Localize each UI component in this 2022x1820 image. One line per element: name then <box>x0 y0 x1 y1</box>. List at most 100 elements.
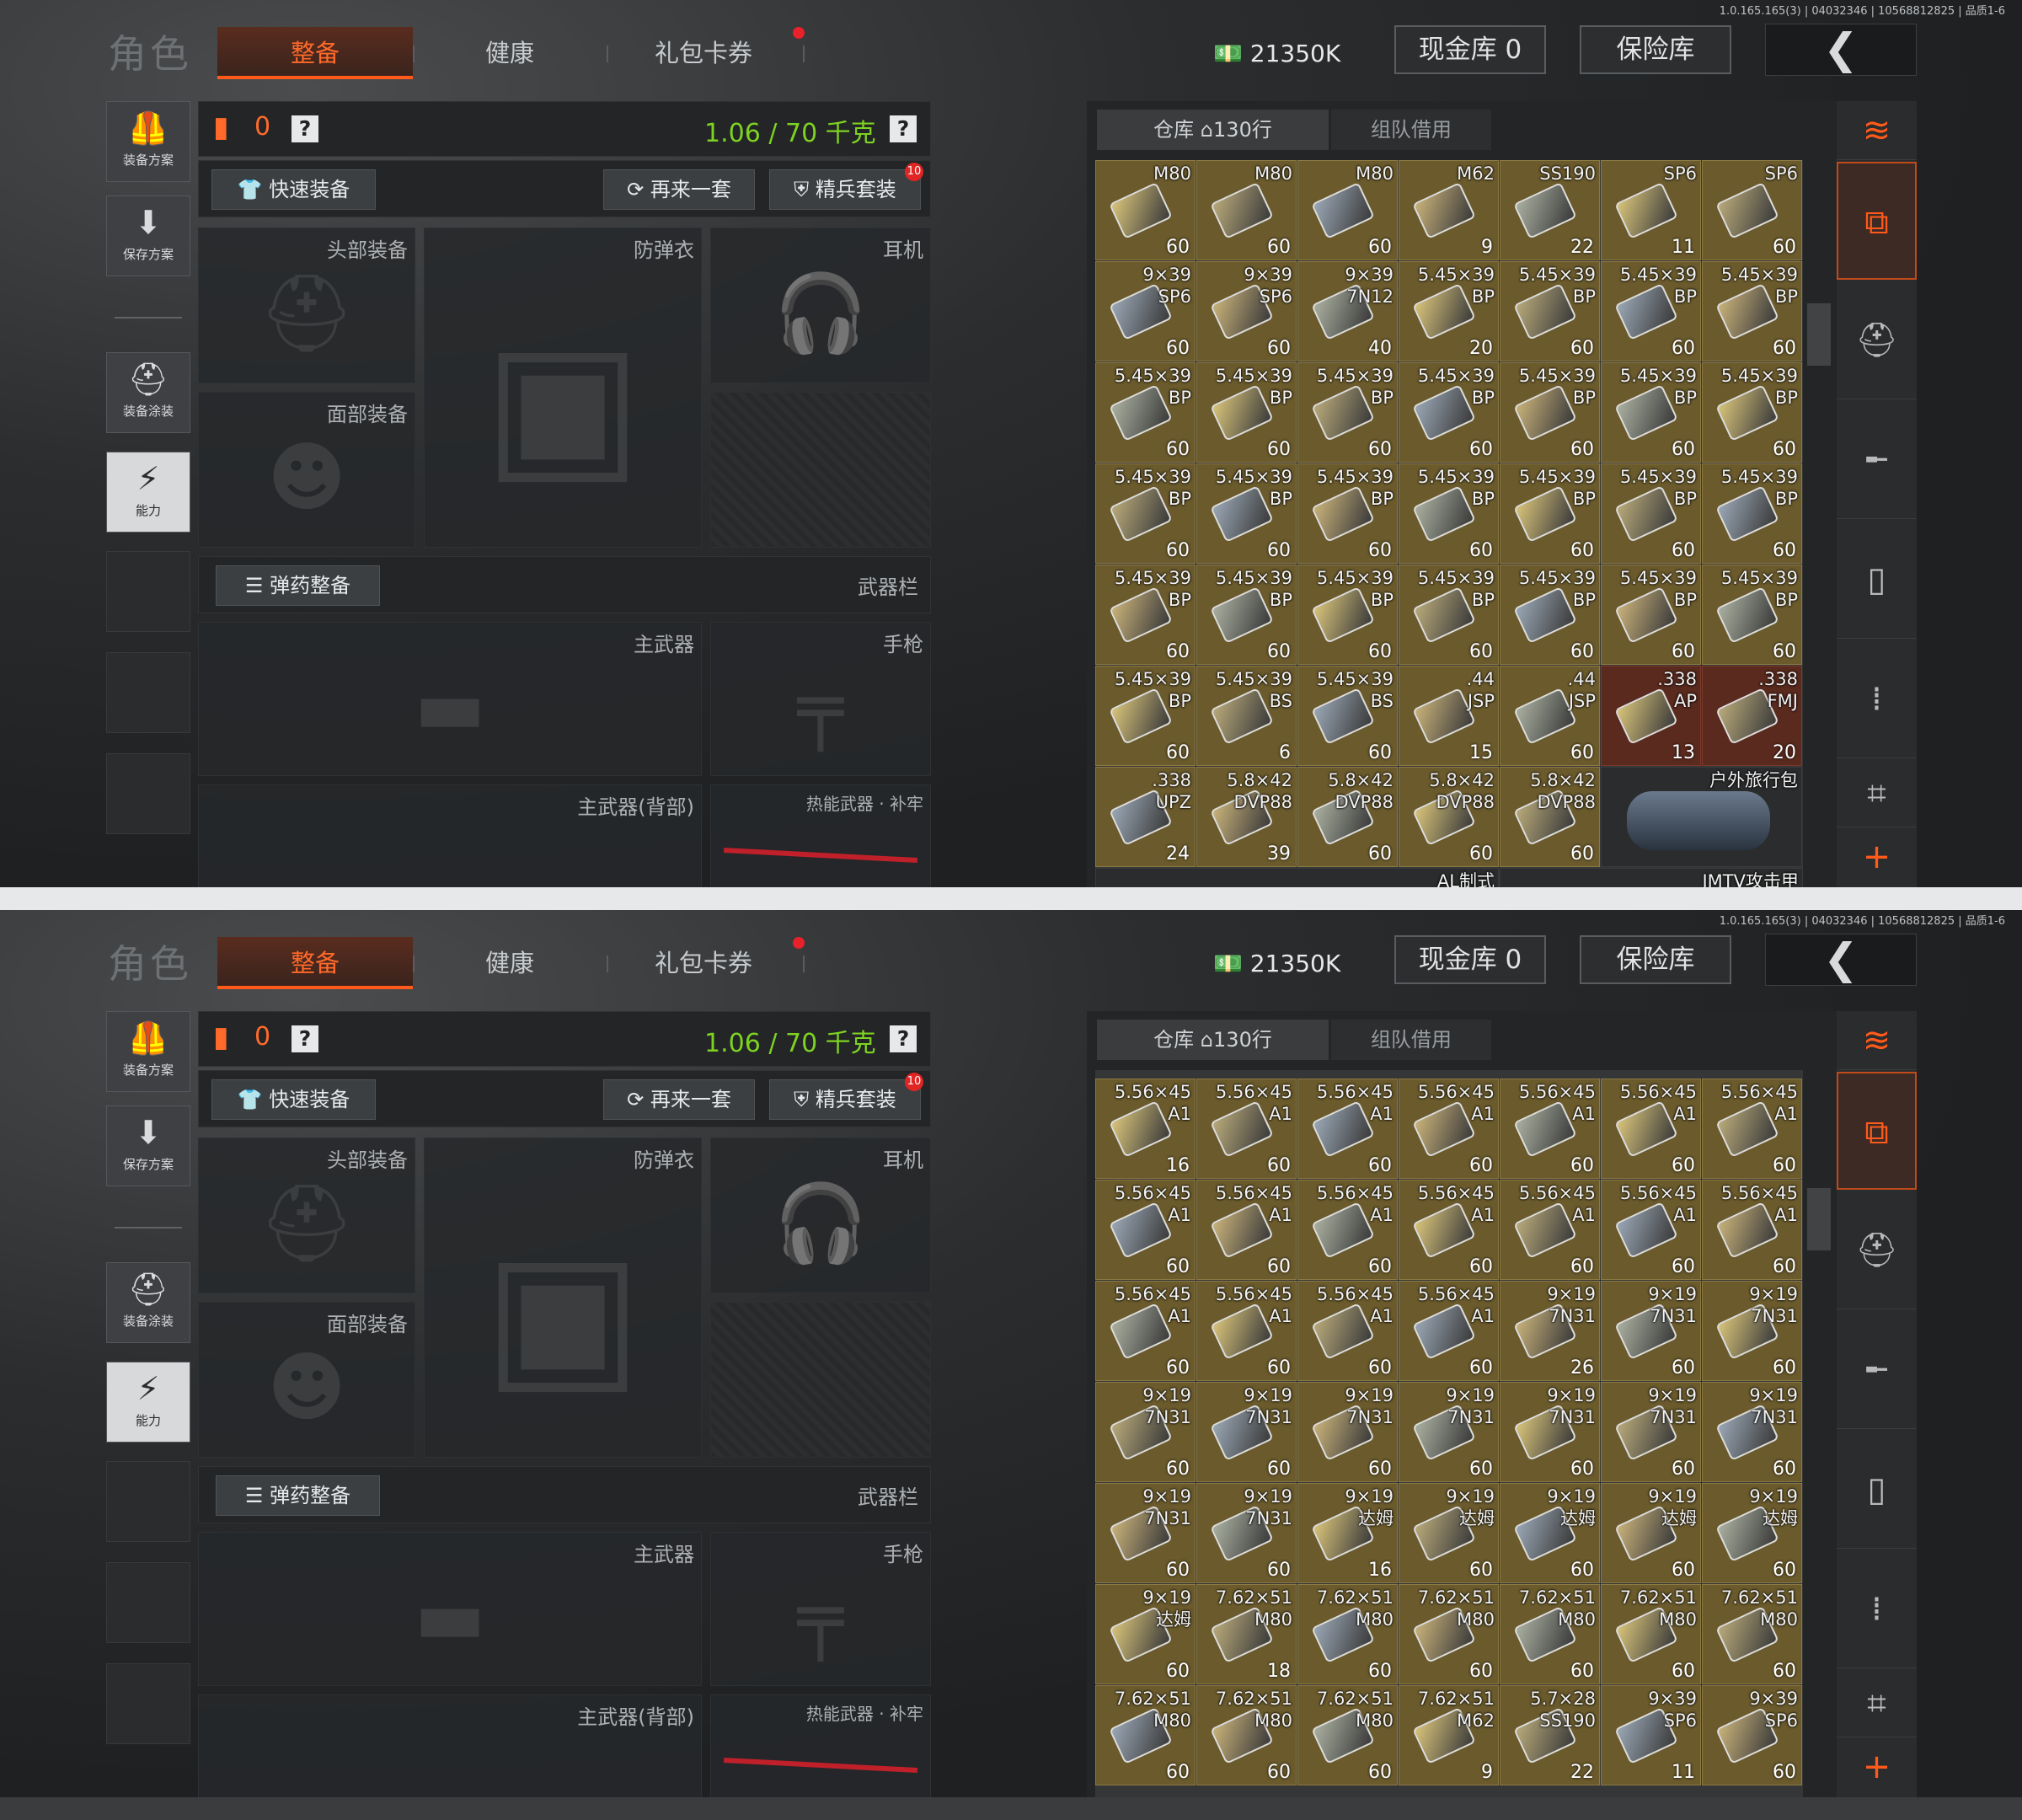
inventory-item[interactable]: 5.45×39 BP 60 <box>1601 261 1701 361</box>
tab-gift[interactable]: 礼包卡券 <box>615 27 792 79</box>
category-rifle[interactable]: ╾ <box>1837 1311 1917 1429</box>
category-helmet[interactable]: ⛑ <box>1837 281 1917 399</box>
tab-health[interactable]: 健康 <box>421 27 598 79</box>
inventory-item[interactable]: 9×39 SP6 60 <box>1196 261 1297 361</box>
category-gear[interactable]: ⌗ <box>1837 1670 1917 1737</box>
inventory-item[interactable]: 5.45×39 BP 60 <box>1399 565 1499 665</box>
inventory-item[interactable]: 9×19 达姆 16 <box>1297 1483 1398 1583</box>
tab-warehouse[interactable]: 仓库 ⌂130行 <box>1097 110 1329 150</box>
inventory-item[interactable]: .44 JSP 60 <box>1500 666 1600 766</box>
inventory-item[interactable]: 5.56×45 A1 60 <box>1399 1180 1499 1280</box>
paint-button[interactable]: ⛑ 装备涂装 <box>106 1262 190 1343</box>
tab-health[interactable]: 健康 <box>421 937 598 989</box>
category-gear[interactable]: ⌗ <box>1837 760 1917 827</box>
category-all[interactable]: ⧉ <box>1837 1072 1917 1190</box>
inventory-item[interactable]: 5.8×42 DVP88 39 <box>1196 767 1297 867</box>
inventory-item[interactable]: 5.45×39 BP 60 <box>1297 463 1398 564</box>
inventory-item[interactable]: 9×19 达姆 60 <box>1399 1483 1499 1583</box>
pistol-slot[interactable]: 手枪 ╤ <box>710 622 931 776</box>
backpack-item[interactable]: 户外旅行包 <box>1601 767 1802 867</box>
inventory-item[interactable]: 9×19 7N31 60 <box>1500 1382 1600 1482</box>
inventory-item[interactable]: 5.45×39 BP 60 <box>1500 565 1600 665</box>
inventory-item[interactable]: 5.56×45 A1 60 <box>1399 1281 1499 1381</box>
inventory-item[interactable]: SS190 22 <box>1500 160 1600 260</box>
tab-gift[interactable]: 礼包卡券 <box>615 937 792 989</box>
category-ammo[interactable]: ⁞ <box>1837 1550 1917 1668</box>
primary-slot[interactable]: 主武器 ▬ <box>198 622 702 776</box>
inventory-item[interactable]: 5.56×45 A1 60 <box>1702 1079 1802 1179</box>
inventory-item[interactable]: .44 JSP 15 <box>1399 666 1499 766</box>
inventory-item[interactable]: 9×19 7N31 60 <box>1601 1382 1701 1482</box>
melee-slot[interactable]: 热能武器 · 补牢 <box>710 1694 931 1797</box>
category-ammo[interactable]: ⁞ <box>1837 640 1917 758</box>
inventory-item[interactable]: 9×19 达姆 60 <box>1702 1483 1802 1583</box>
scroll-thumb[interactable] <box>1807 303 1831 366</box>
elite-button[interactable]: ⛨ 精兵套装 <box>769 1079 921 1120</box>
inventory-item[interactable]: 5.45×39 BP 60 <box>1702 362 1802 463</box>
inventory-item[interactable]: 9×39 7N12 40 <box>1297 261 1398 361</box>
head-slot[interactable]: 头部装备 ⛑ <box>198 1138 415 1293</box>
inventory-item[interactable]: 9×19 7N31 60 <box>1702 1281 1802 1381</box>
inventory-item[interactable]: 5.56×45 A1 60 <box>1297 1281 1398 1381</box>
scrollbar[interactable] <box>1807 160 1832 887</box>
add-button[interactable]: + <box>1837 1737 1917 1796</box>
inventory-item[interactable]: 5.45×39 BP 60 <box>1601 565 1701 665</box>
ammo-button[interactable]: ☰ 弹药整备 <box>216 565 380 606</box>
help-icon[interactable]: ? <box>292 1025 318 1052</box>
inventory-item[interactable]: 9×19 7N31 60 <box>1601 1281 1701 1381</box>
inventory-item[interactable]: 5.8×42 DVP88 60 <box>1297 767 1398 867</box>
quick-equip-button[interactable]: 👕 快速装备 <box>211 169 376 210</box>
inventory-item[interactable]: 5.45×39 BP 60 <box>1095 666 1196 766</box>
inventory-item[interactable]: .338 UPZ 24 <box>1095 767 1196 867</box>
inventory-item[interactable]: 5.45×39 BP 60 <box>1095 565 1196 665</box>
inventory-item[interactable]: 5.45×39 BP 60 <box>1095 463 1196 564</box>
inventory-item[interactable]: 5.56×45 A1 16 <box>1095 1079 1196 1179</box>
quick-equip-button[interactable]: 👕 快速装备 <box>211 1079 376 1120</box>
inventory-item[interactable]: 7.62×51 M80 18 <box>1196 1584 1297 1684</box>
inventory-item[interactable]: 7.62×51 M62 9 <box>1399 1685 1499 1785</box>
inventory-item[interactable]: M80 60 <box>1095 160 1196 260</box>
inventory-item[interactable]: 5.56×45 A1 60 <box>1500 1180 1600 1280</box>
face-slot[interactable]: 面部装备 ☻ <box>198 1302 415 1458</box>
inventory-item[interactable]: 7.62×51 M80 60 <box>1297 1584 1398 1684</box>
inventory-item[interactable]: 7.62×51 M80 60 <box>1196 1685 1297 1785</box>
inventory-item[interactable]: 5.45×39 BP 60 <box>1702 565 1802 665</box>
inventory-item[interactable]: 5.8×42 DVP88 60 <box>1500 767 1600 867</box>
inventory-item[interactable]: 5.45×39 BP 60 <box>1601 463 1701 564</box>
inventory-item[interactable]: 9×39 SP6 11 <box>1601 1685 1701 1785</box>
weight-help-icon[interactable]: ? <box>890 115 917 142</box>
scrollbar[interactable] <box>1807 1070 1832 1797</box>
head-slot[interactable]: 头部装备 ⛑ <box>198 228 415 383</box>
help-icon[interactable]: ? <box>292 115 318 142</box>
primary-slot[interactable]: 主武器 ▬ <box>198 1532 702 1686</box>
inventory-item[interactable]: 7.62×51 M80 60 <box>1601 1584 1701 1684</box>
inventory-item[interactable]: 5.56×45 A1 60 <box>1601 1180 1701 1280</box>
inventory-item[interactable]: SP6 60 <box>1702 160 1802 260</box>
face-slot[interactable]: 面部装备 ☻ <box>198 392 415 548</box>
inventory-item[interactable]: 5.8×42 DVP88 60 <box>1399 767 1499 867</box>
inventory-item[interactable]: 5.45×39 BP 60 <box>1500 261 1600 361</box>
category-helmet[interactable]: ⛑ <box>1837 1191 1917 1309</box>
inventory-item[interactable]: 7.62×51 M80 60 <box>1500 1584 1600 1684</box>
inventory-item[interactable]: 5.45×39 BP 60 <box>1095 362 1196 463</box>
inventory-item[interactable]: 9×19 7N31 60 <box>1095 1483 1196 1583</box>
sort-icon[interactable]: ≋ <box>1837 101 1917 160</box>
primary-back-slot[interactable]: 主武器(背部) <box>198 1694 702 1797</box>
inventory-item[interactable]: 5.45×39 BP 60 <box>1601 362 1701 463</box>
category-rifle[interactable]: ╾ <box>1837 401 1917 519</box>
ear-slot[interactable]: 耳机 🎧 <box>710 228 931 383</box>
inventory-item[interactable]: 5.56×45 A1 60 <box>1297 1079 1398 1179</box>
ability-button[interactable]: ⚡ 能力 <box>106 452 190 533</box>
add-button[interactable]: + <box>1837 827 1917 886</box>
inventory-item[interactable]: M80 60 <box>1297 160 1398 260</box>
inventory-item[interactable]: 5.56×45 A1 60 <box>1095 1180 1196 1280</box>
inventory-item[interactable]: 5.56×45 A1 60 <box>1500 1079 1600 1179</box>
cash-vault-button[interactable]: 现金库 0 <box>1394 25 1546 74</box>
inventory-item[interactable]: M80 60 <box>1196 160 1297 260</box>
inventory-item[interactable]: M62 9 <box>1399 160 1499 260</box>
scroll-thumb[interactable] <box>1807 1188 1831 1250</box>
sort-icon[interactable]: ≋ <box>1837 1011 1917 1070</box>
back-button[interactable]: ❮ <box>1765 934 1917 986</box>
plan-button[interactable]: 🦺 装备方案 <box>106 101 190 182</box>
inventory-item[interactable]: 5.7×28 SS190 22 <box>1500 1685 1600 1785</box>
